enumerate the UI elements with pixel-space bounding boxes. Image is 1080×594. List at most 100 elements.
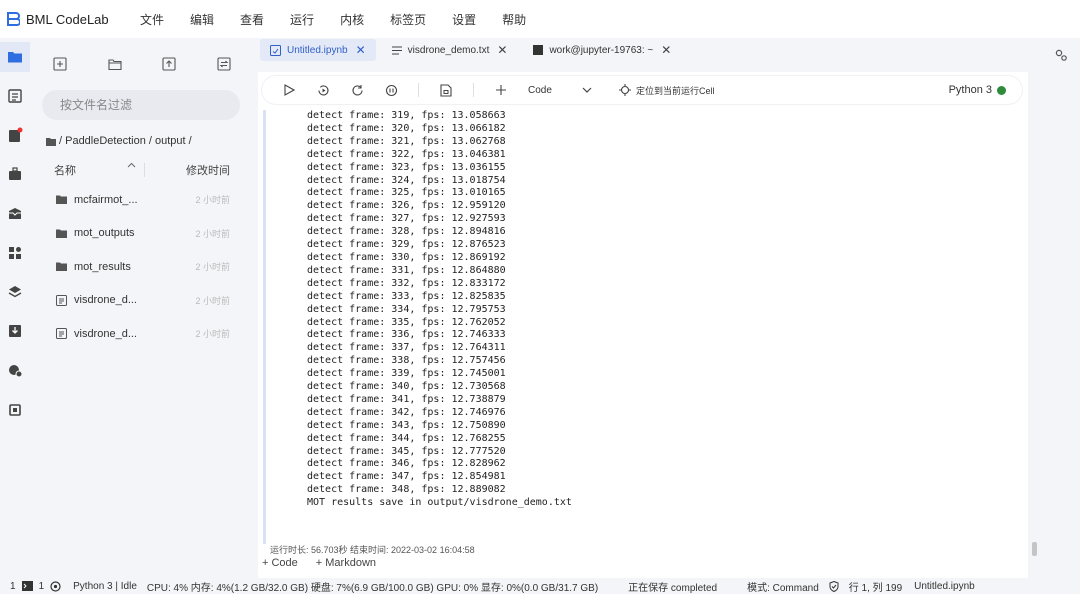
text-file-icon xyxy=(391,45,402,55)
briefcase-icon[interactable] xyxy=(7,166,23,182)
name-column-header[interactable]: 名称 xyxy=(54,162,144,178)
file-list: mcfairmot_... 2 小时前 mot_outputs 2 小时前 mot_re… xyxy=(54,183,230,351)
cell-output: detect frame: 319, fps: 13.058663 detect … xyxy=(307,110,572,510)
folder-icon xyxy=(46,137,56,146)
file-modified-time: 2 小时前 xyxy=(195,228,230,239)
text-file-icon xyxy=(56,328,68,340)
cell-type-select[interactable]: Code xyxy=(528,85,580,96)
menu-item[interactable]: 标签页 xyxy=(390,11,426,28)
menu-item[interactable]: 帮助 xyxy=(502,11,526,28)
add-cell-icon[interactable] xyxy=(494,83,508,97)
output-line: detect frame: 337, fps: 12.764311 xyxy=(307,342,506,354)
menu-item[interactable]: 设置 xyxy=(452,11,476,28)
kernel-name[interactable]: Python 3 xyxy=(949,84,992,96)
settings-gear-icon[interactable] xyxy=(1054,48,1068,62)
chip-icon[interactable] xyxy=(7,402,23,418)
folder-icon[interactable] xyxy=(7,49,23,65)
breadcrumb[interactable]: / PaddleDetection / output / xyxy=(46,135,192,147)
output-line: detect frame: 347, fps: 12.854981 xyxy=(307,471,506,483)
status-mode[interactable]: 模式: Command xyxy=(747,579,819,594)
restart-kernel-icon[interactable] xyxy=(350,83,364,97)
layers-icon[interactable] xyxy=(7,284,23,300)
output-line: detect frame: 341, fps: 12.738879 xyxy=(307,393,506,405)
menu-item[interactable]: 文件 xyxy=(140,11,164,28)
filter-input[interactable] xyxy=(60,98,230,112)
file-browser-toolbar xyxy=(52,56,232,72)
tab-label: visdrone_demo.txt xyxy=(407,44,490,56)
new-folder-icon[interactable] xyxy=(107,56,123,72)
run-icon[interactable] xyxy=(282,83,296,97)
breadcrumb-path[interactable]: / PaddleDetection / output / xyxy=(59,135,192,147)
close-icon[interactable]: ✕ xyxy=(497,43,507,57)
output-line: detect frame: 327, fps: 12.927593 xyxy=(307,213,506,225)
scrollbar[interactable] xyxy=(1030,62,1038,578)
modified-column-header[interactable]: 修改时间 xyxy=(153,162,230,178)
menu-item[interactable]: 编辑 xyxy=(190,11,214,28)
kernel-gear-icon[interactable] xyxy=(50,580,61,592)
status-resources: CPU: 4% 内存: 4%(1.2 GB/32.0 GB) 硬盘: 7%(6.… xyxy=(146,582,599,594)
output-line: detect frame: 340, fps: 12.730568 xyxy=(307,381,506,393)
app-logo[interactable]: BML CodeLab xyxy=(0,11,140,27)
status-kernel-count[interactable]: 1 xyxy=(39,581,45,592)
shield-check-icon[interactable] xyxy=(829,580,839,592)
locate-running-cell[interactable]: 定位到当前运行Cell xyxy=(636,84,715,97)
menu-item[interactable]: 查看 xyxy=(240,11,264,28)
interrupt-icon[interactable] xyxy=(384,83,398,97)
status-position[interactable]: 行 1, 列 199 xyxy=(849,579,902,594)
kernel-status-indicator xyxy=(997,85,1006,95)
add-markdown-button[interactable]: + Markdown xyxy=(316,557,376,569)
file-modified-time: 2 小时前 xyxy=(195,329,230,340)
output-line: detect frame: 324, fps: 13.018754 xyxy=(307,174,506,186)
file-row[interactable]: mot_results 2 小时前 xyxy=(54,250,230,284)
terminal-icon[interactable] xyxy=(21,581,33,591)
output-line: detect frame: 319, fps: 13.058663 xyxy=(307,110,506,121)
save-icon[interactable] xyxy=(439,83,453,97)
new-file-icon[interactable] xyxy=(52,56,68,72)
filter-box[interactable] xyxy=(42,90,240,120)
close-icon[interactable]: ✕ xyxy=(661,43,671,57)
file-row[interactable]: visdrone_d... 2 小时前 xyxy=(54,317,230,351)
file-row[interactable]: visdrone_d... 2 小时前 xyxy=(54,284,230,318)
file-name: mcfairmot_... xyxy=(74,193,138,206)
restart-run-icon[interactable] xyxy=(316,83,330,97)
add-code-button[interactable]: + Code xyxy=(262,557,298,569)
status-bar: 1 1 Python 3 | Idle CPU: 4% 内存: 4%(1.2 G… xyxy=(0,578,1080,594)
list-icon[interactable] xyxy=(7,88,23,104)
tab-bar: Untitled.ipynb ✕ visdrone_demo.txt ✕ work@ju… xyxy=(248,38,1040,62)
file-row[interactable]: mot_outputs 2 小时前 xyxy=(54,217,230,251)
file-name: visdrone_d... xyxy=(74,327,137,340)
tab-work-jupyter-19763[interactable]: work@jupyter-19763: ~ ✕ xyxy=(523,39,681,61)
upload-icon[interactable] xyxy=(161,56,177,72)
output-line: detect frame: 331, fps: 12.864880 xyxy=(307,264,506,276)
status-kernel[interactable]: Python 3 | Idle xyxy=(73,581,137,592)
output-line: detect frame: 328, fps: 12.894816 xyxy=(307,226,506,238)
run-info: 运行时长: 56.703秒 结束时间: 2022-03-02 16:04:58 xyxy=(270,545,475,555)
scrollbar-thumb[interactable] xyxy=(1032,542,1037,556)
output-line: detect frame: 332, fps: 12.833172 xyxy=(307,277,506,289)
menu-item[interactable]: 内核 xyxy=(340,11,364,28)
file-modified-time: 2 小时前 xyxy=(195,195,230,206)
output-line: detect frame: 329, fps: 12.876523 xyxy=(307,239,506,251)
cell-collapser[interactable] xyxy=(263,110,266,544)
folder-icon xyxy=(56,194,68,206)
close-icon[interactable]: ✕ xyxy=(356,43,366,57)
refresh-icon[interactable] xyxy=(216,56,232,72)
chevron-down-icon[interactable] xyxy=(580,83,594,97)
output-line: detect frame: 323, fps: 13.036155 xyxy=(307,161,506,173)
output-line: detect frame: 346, fps: 12.828962 xyxy=(307,458,506,470)
status-count[interactable]: 1 xyxy=(10,581,16,592)
menu-item[interactable]: 运行 xyxy=(290,11,314,28)
locate-icon[interactable] xyxy=(618,83,632,97)
gear-cloud-icon[interactable] xyxy=(7,362,23,378)
status-file: Untitled.ipynb xyxy=(914,580,975,592)
column-divider xyxy=(144,163,145,177)
file-name: visdrone_d... xyxy=(74,294,137,307)
download-icon[interactable] xyxy=(7,323,23,339)
notebook-badge-icon[interactable] xyxy=(7,127,23,143)
output-line: detect frame: 338, fps: 12.757456 xyxy=(307,355,506,367)
tab-visdrone-demo-txt[interactable]: visdrone_demo.txt ✕ xyxy=(382,39,518,61)
tab-untitled-ipynb[interactable]: Untitled.ipynb ✕ xyxy=(260,39,376,61)
file-row[interactable]: mcfairmot_... 2 小时前 xyxy=(54,183,230,217)
inbox-icon[interactable] xyxy=(7,205,23,221)
grid-icon[interactable] xyxy=(7,245,23,261)
